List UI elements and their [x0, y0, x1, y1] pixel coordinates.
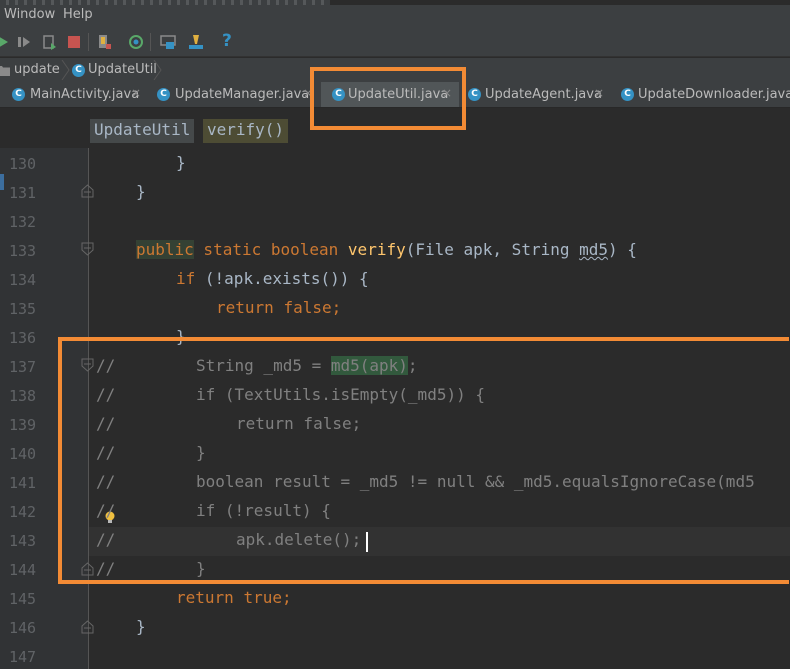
- tab-mainactivity[interactable]: C MainActivity.java ×: [5, 82, 145, 107]
- line-number: 136: [9, 329, 37, 347]
- code-line-133: public static boolean verify(File apk, S…: [136, 240, 637, 259]
- side-marker: [0, 174, 4, 190]
- avd-manager-icon[interactable]: [96, 34, 112, 50]
- class-icon: C: [621, 88, 634, 101]
- help-icon[interactable]: ?: [222, 31, 238, 51]
- android-device-monitor-icon[interactable]: [188, 34, 204, 50]
- breadcrumb-label: UpdateUtil: [88, 62, 157, 77]
- fold-start-icon[interactable]: [81, 242, 94, 256]
- breadcrumb-label: update: [14, 62, 60, 77]
- code-line-146: }: [136, 617, 146, 636]
- structure-class-button[interactable]: UpdateUtil: [90, 119, 195, 143]
- class-icon: C: [468, 88, 481, 101]
- menu-help[interactable]: Help: [63, 7, 93, 22]
- line-number: 139: [9, 416, 37, 434]
- sdk-manager-icon[interactable]: [128, 34, 144, 50]
- line-number: 137: [9, 358, 37, 376]
- line-number: 147: [9, 648, 37, 666]
- line-number: 144: [9, 561, 37, 579]
- code-line-130: }: [176, 153, 186, 172]
- line-number: 134: [9, 271, 37, 289]
- apply-changes-icon[interactable]: [42, 34, 58, 50]
- breadcrumb-separator-icon: [153, 60, 162, 80]
- line-number: 131: [9, 184, 37, 202]
- code-line-135: return false;: [216, 298, 342, 317]
- structure-icon[interactable]: [160, 34, 176, 50]
- class-icon: C: [12, 88, 25, 101]
- code-line-145: return true;: [176, 588, 292, 607]
- line-number: 133: [9, 242, 37, 260]
- tab-label: UpdateAgent.java: [485, 87, 602, 102]
- run-debug-icon[interactable]: [0, 34, 12, 50]
- menu-bar: Window Help: [0, 5, 790, 25]
- tab-updatemanager[interactable]: C UpdateManager.java ×: [150, 82, 316, 107]
- class-icon: C: [72, 64, 85, 77]
- close-icon[interactable]: ×: [594, 86, 604, 100]
- class-icon: C: [157, 88, 170, 101]
- attach-debugger-icon[interactable]: [16, 34, 32, 50]
- toolbar: ?: [0, 25, 790, 57]
- line-number: 138: [9, 387, 37, 405]
- line-number: 145: [9, 590, 37, 608]
- tab-updateagent[interactable]: C UpdateAgent.java ×: [464, 82, 610, 107]
- structure-method-button[interactable]: verify(): [203, 119, 289, 143]
- code-line-134: if (!apk.exists()) {: [176, 269, 369, 288]
- line-number: 146: [9, 619, 37, 637]
- close-icon[interactable]: ×: [131, 86, 141, 100]
- tab-updatedownloader[interactable]: C UpdateDownloader.java: [614, 82, 790, 107]
- tab-label: UpdateManager.java: [175, 87, 310, 102]
- annotation-box-tab: [310, 67, 466, 130]
- line-number: 141: [9, 474, 37, 492]
- tab-label: UpdateDownloader.java: [638, 87, 790, 102]
- line-number: 140: [9, 445, 37, 463]
- fold-end-icon[interactable]: [81, 620, 94, 634]
- tab-label: MainActivity.java: [30, 87, 140, 102]
- line-number: 135: [9, 300, 37, 318]
- line-number: 143: [9, 532, 37, 550]
- code-line-131: }: [136, 182, 146, 201]
- folder-icon: [0, 66, 10, 76]
- fold-end-icon[interactable]: [81, 184, 94, 198]
- annotation-box-code: [58, 337, 789, 584]
- breadcrumb-separator-icon: [61, 60, 70, 80]
- stop-icon[interactable]: [66, 34, 82, 50]
- line-number: 130: [9, 155, 37, 173]
- menu-window[interactable]: Window: [4, 7, 55, 22]
- line-number: 142: [9, 503, 37, 521]
- line-number: 132: [9, 213, 37, 231]
